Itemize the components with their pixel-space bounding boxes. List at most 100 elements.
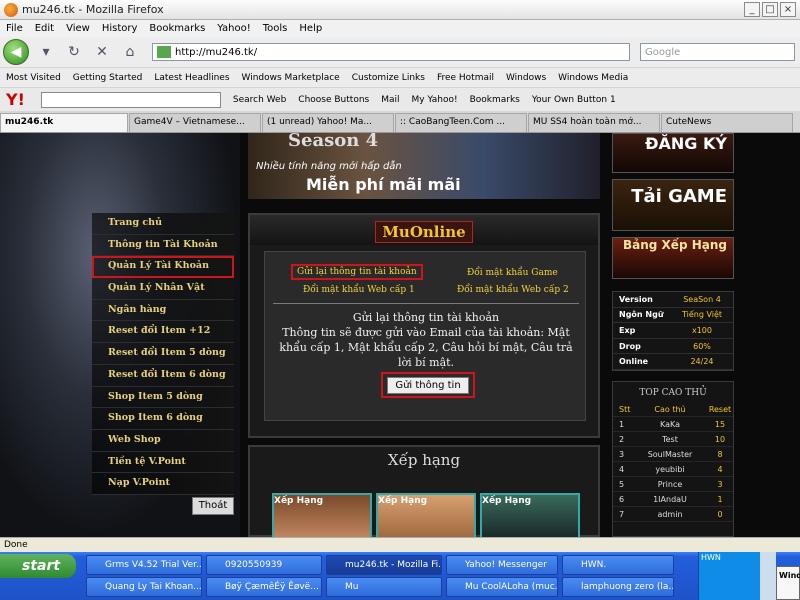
tab-cutenews[interactable]: CuteNews xyxy=(661,113,793,132)
row-name[interactable]: KaKa xyxy=(633,420,707,429)
menu-item-vpoint[interactable]: Tiền tệ V.Point xyxy=(92,451,234,474)
menu-yahoo[interactable]: Yahoo! xyxy=(217,23,250,34)
description-body: Thông tin sẽ được gửi vào Email của tài … xyxy=(279,326,573,369)
task-grms[interactable]: Grms V4.52 Trial Ver... xyxy=(86,555,202,575)
row-reset: 15 xyxy=(714,419,726,429)
row-stt: 4 xyxy=(619,464,625,474)
row-name[interactable]: 1IAndaU xyxy=(633,495,707,504)
send-info-button[interactable]: Gửi thông tin xyxy=(387,376,469,394)
forward-dropdown-icon[interactable]: ▾ xyxy=(35,41,57,63)
minimize-button[interactable]: _ xyxy=(744,2,760,17)
info-row: Exp x100 xyxy=(613,323,733,339)
menu-bookmarks[interactable]: Bookmarks xyxy=(149,23,205,34)
task-firefox[interactable]: mu246.tk - Mozilla Fi... xyxy=(326,555,442,575)
header-reset: Reset xyxy=(708,404,732,414)
change-web-password2-link[interactable]: Đổi mật khẩu Web cấp 2 xyxy=(457,285,569,295)
task-mu-folder[interactable]: Mu xyxy=(326,577,442,597)
tab-mu-ss4[interactable]: MU SS4 hoàn toàn mớ... xyxy=(528,113,660,132)
yahoo-my-yahoo[interactable]: My Yahoo! xyxy=(412,95,458,105)
yahoo-popup-window[interactable]: Windo xyxy=(776,566,800,600)
bookmark-windows-marketplace[interactable]: Windows Marketplace xyxy=(242,73,340,83)
task-lamphuong[interactable]: lamphuong zero (la... xyxy=(562,577,674,597)
yahoo-own-button[interactable]: Your Own Button 1 xyxy=(532,95,616,105)
menu-item-character-manage[interactable]: Quản Lý Nhân Vật xyxy=(92,278,234,300)
ranking-board-button[interactable]: Bảng Xếp Hạng xyxy=(612,237,734,279)
menu-file[interactable]: File xyxy=(6,23,23,34)
row-name[interactable]: SoulMaster xyxy=(633,450,707,459)
yahoo-search-web[interactable]: Search Web xyxy=(233,95,286,105)
info-value: 60% xyxy=(693,341,711,351)
table-row: 5 Prince 3 xyxy=(613,477,733,492)
bookmark-latest-headlines[interactable]: Latest Headlines xyxy=(154,73,229,83)
download-game-button[interactable]: Tải GAME xyxy=(612,179,734,231)
menu-view[interactable]: View xyxy=(66,23,90,34)
menu-item-shop-item6[interactable]: Shop Item 6 dòng xyxy=(92,408,234,430)
task-quang-ly[interactable]: Quang Ly Tai Khoan... xyxy=(86,577,202,597)
row-name[interactable]: yeubibi xyxy=(633,465,707,474)
stop-icon[interactable]: ✕ xyxy=(91,41,113,63)
menu-edit[interactable]: Edit xyxy=(35,23,54,34)
ranking-thumb-3[interactable]: Xếp Hạng xyxy=(480,493,580,537)
window-title: mu246.tk - Mozilla Firefox xyxy=(22,3,164,16)
yahoo-mail[interactable]: Mail xyxy=(381,95,399,105)
bookmark-windows[interactable]: Windows xyxy=(506,73,546,83)
task-phone[interactable]: 0920550939 xyxy=(206,555,322,575)
change-web-password1-link[interactable]: Đổi mật khẩu Web cấp 1 xyxy=(303,285,415,295)
tab-game4v[interactable]: Game4V – Vietnamese... xyxy=(129,113,261,132)
home-icon[interactable]: ⌂ xyxy=(119,41,141,63)
task-mu-coolaloha[interactable]: Mu CoolALoha (muc... xyxy=(446,577,558,597)
menu-item-shop-item5[interactable]: Shop Item 5 dòng xyxy=(92,386,234,409)
account-content: Gửi lại thông tin tài khoản Đổi mật khẩu… xyxy=(264,251,586,421)
menu-item-reset-item5[interactable]: Reset đổi Item 5 dòng xyxy=(92,343,234,365)
row-name[interactable]: Test xyxy=(633,435,707,444)
yahoo-bookmarks[interactable]: Bookmarks xyxy=(470,95,520,105)
tab-yahoo-mail[interactable]: (1 unread) Yahoo! Ma... xyxy=(262,113,394,132)
menu-item-topup-vpoint[interactable]: Nạp V.Point xyxy=(92,473,234,495)
row-reset: 3 xyxy=(717,479,723,489)
resend-info-link[interactable]: Gửi lại thông tin tài khoản xyxy=(291,264,423,280)
ranking-thumb-1[interactable]: Xếp Hạng xyxy=(272,493,372,537)
task-yahoo-messenger[interactable]: Yahoo! Messenger xyxy=(446,555,558,575)
logout-button[interactable]: Thoát xyxy=(192,497,234,515)
task-hwn[interactable]: HWN. xyxy=(562,555,674,575)
bookmark-free-hotmail[interactable]: Free Hotmail xyxy=(437,73,494,83)
search-input[interactable]: Google xyxy=(640,43,795,61)
tab-strip: mu246.tk Game4V – Vietnamese... (1 unrea… xyxy=(0,111,800,133)
bookmark-customize-links[interactable]: Customize Links xyxy=(352,73,425,83)
menu-item-account-info[interactable]: Thông tin Tài Khoản xyxy=(92,234,234,257)
row-name[interactable]: Prince xyxy=(633,480,707,489)
back-arrow-icon[interactable]: ◀ xyxy=(3,39,29,65)
menu-tools[interactable]: Tools xyxy=(263,23,288,34)
tab-caobangteen[interactable]: :: CaoBangTeen.Com ... xyxy=(395,113,527,132)
menu-item-web-shop[interactable]: Web Shop xyxy=(92,429,234,452)
yahoo-choose-buttons[interactable]: Choose Buttons xyxy=(298,95,369,105)
menu-item-home[interactable]: Trang chủ xyxy=(92,213,234,235)
server-info-table: Version SeaSon 4 Ngôn Ngữ Tiếng Việt Exp x1… xyxy=(612,291,734,371)
maximize-button[interactable]: □ xyxy=(762,2,778,17)
change-game-password-link[interactable]: Đổi mật khẩu Game xyxy=(467,268,558,278)
bookmark-getting-started[interactable]: Getting Started xyxy=(73,73,143,83)
tab-mu246[interactable]: mu246.tk xyxy=(0,113,128,132)
yahoo-search-input[interactable] xyxy=(40,91,221,108)
register-button[interactable]: ĐĂNG KÝ xyxy=(612,133,734,173)
menu-item-bank[interactable]: Ngân hàng xyxy=(92,299,234,322)
menu-item-reset-item6[interactable]: Reset đổi Item 6 dòng xyxy=(92,364,234,387)
menu-history[interactable]: History xyxy=(102,23,138,34)
description-title: Gửi lại thông tin tài khoản xyxy=(352,311,500,324)
ranking-thumb-2[interactable]: Xếp Hạng xyxy=(376,493,476,537)
yahoo-logo-icon[interactable]: Y! xyxy=(6,90,25,109)
menu-item-reset-item12[interactable]: Reset đổi Item +12 xyxy=(92,321,234,344)
row-reset: 1 xyxy=(717,494,723,504)
menu-item-account-manage[interactable]: Quản Lý Tài Khoản xyxy=(92,256,234,279)
row-name[interactable]: admin xyxy=(633,510,707,519)
task-chat[interactable]: Bøÿ ÇæmêÉÿ Êøvë... xyxy=(206,577,322,597)
bookmark-windows-media[interactable]: Windows Media xyxy=(558,73,628,83)
url-input[interactable]: http://mu246.tk/ xyxy=(152,43,630,61)
status-bar: Done xyxy=(0,537,800,552)
row-stt: 5 xyxy=(619,479,625,489)
bookmark-most-visited[interactable]: Most Visited xyxy=(6,73,61,83)
menu-help[interactable]: Help xyxy=(299,23,322,34)
start-button[interactable]: start xyxy=(0,554,76,578)
reload-icon[interactable]: ↻ xyxy=(63,41,85,63)
close-button[interactable]: × xyxy=(780,2,796,17)
